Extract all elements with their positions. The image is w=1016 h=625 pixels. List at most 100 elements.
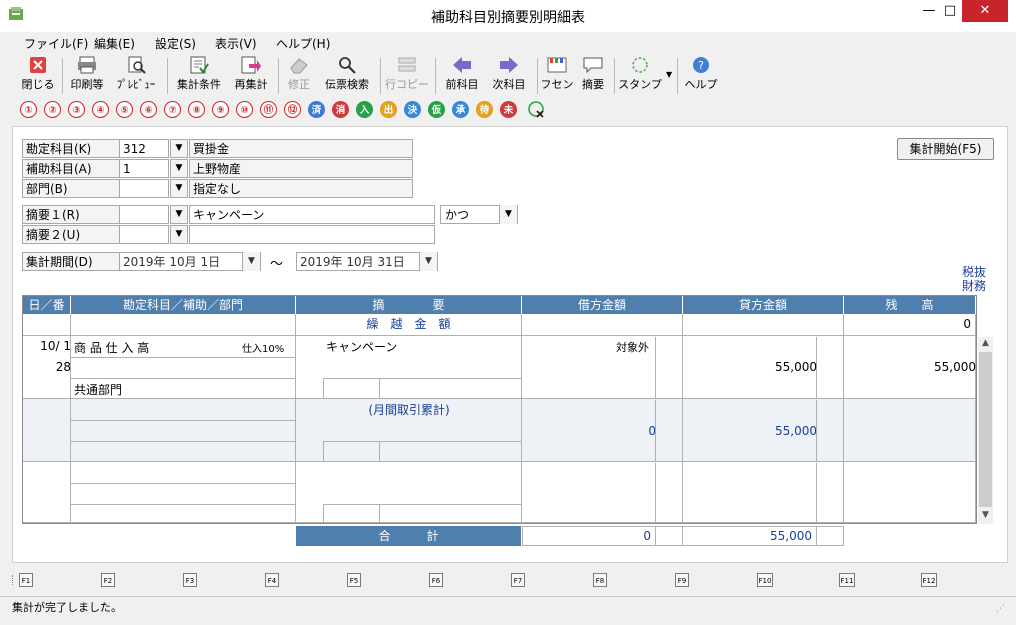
f4-key[interactable]: F4 [265,573,279,587]
tekiyo2-text-input[interactable] [189,225,435,244]
filter-in-button[interactable]: 入 [356,101,373,118]
stamp-button[interactable]: スタンプ [618,56,662,96]
next-account-button[interactable]: 次科目 [487,56,531,96]
tekiyo1-code-input[interactable] [119,205,169,224]
filter-6-button[interactable]: ⑥ [140,101,157,118]
dept-code-input[interactable] [119,179,169,198]
tekiyo1-text-input[interactable]: キャンペーン [189,205,435,224]
arrow-right-icon [500,57,518,73]
filter-decided-button[interactable]: 決 [404,101,421,118]
f2-key[interactable]: F2 [101,573,115,587]
account-dropdown-button[interactable]: ▼ [170,139,188,158]
f12-key[interactable]: F12 [921,573,937,587]
filter-waiting-button[interactable]: 待 [476,101,493,118]
filter-11-button[interactable]: ⑪ [260,101,277,118]
row1-debit-cell[interactable] [522,336,683,399]
empty-tekiyo-cell[interactable] [296,462,522,523]
filter-erased-button[interactable]: 消 [332,101,349,118]
sub-account-code-input[interactable]: 1 [119,159,169,178]
fkey-grip [12,575,16,585]
recalc-button[interactable]: 再集計 [230,56,272,96]
help-button[interactable]: ? ヘルプ [682,56,720,96]
slip-search-button[interactable]: 伝票検索 [320,56,374,96]
f6-key[interactable]: F6 [429,573,443,587]
filter-2-button[interactable]: ② [44,101,61,118]
f5-key[interactable]: F5 [347,573,361,587]
period-tilde: 〜 [270,257,284,272]
close-tool-button[interactable]: 閉じる [18,56,58,96]
menu-edit[interactable]: 編集(E) [94,35,135,52]
close-window-button[interactable]: ✕ [962,0,1008,22]
f8-key[interactable]: F8 [593,573,607,587]
print-button[interactable]: 印刷等 [66,56,108,96]
period-to-picker[interactable]: 2019年 10月 31日 ▼ [296,252,438,271]
arrow-left-icon [453,57,471,73]
tekiyo1-dropdown-button[interactable]: ▼ [170,205,188,224]
menu-settings[interactable]: 設定(S) [155,35,196,52]
conditions-icon [190,56,209,74]
filter-9-button[interactable]: ⑨ [212,101,229,118]
col-date-header: 日／番 [23,296,71,314]
filter-3-button[interactable]: ③ [68,101,85,118]
filter-4-button[interactable]: ④ [92,101,109,118]
empty-date-cell[interactable] [23,462,71,523]
empty-debit-cell[interactable] [522,462,683,523]
menu-view[interactable]: 表示(V) [215,35,257,52]
clear-filter-icon[interactable] [528,101,546,119]
filter-8-button[interactable]: ⑧ [188,101,205,118]
f7-key[interactable]: F7 [511,573,525,587]
match-mode-select[interactable]: かつ ▼ [440,205,518,224]
prev-account-button[interactable]: 前科目 [440,56,484,96]
empty-credit-cell[interactable] [683,462,844,523]
menu-file[interactable]: ファイル(F) [24,35,88,52]
scroll-down-icon[interactable]: ▼ [979,510,992,522]
filter-settled-button[interactable]: 済 [308,101,325,118]
col-credit-header: 貸方金額 [683,296,844,314]
row-divider [71,378,295,379]
row-copy-button[interactable]: 行コピー [384,56,430,96]
dept-dropdown-button[interactable]: ▼ [170,179,188,198]
f1-key[interactable]: F1 [19,573,33,587]
empty-account-cell[interactable] [71,462,296,523]
scrollbar-thumb[interactable] [979,352,992,507]
fusen-button[interactable]: フセン [540,56,574,96]
col-balance-header: 残 高 [844,296,976,314]
scroll-up-icon[interactable]: ▲ [979,338,992,350]
resize-grip-icon[interactable]: ⋰ [996,604,1005,614]
f3-key[interactable]: F3 [183,573,197,587]
filter-12-button[interactable]: ⑫ [284,101,301,118]
period-from-picker[interactable]: 2019年 10月 1日 ▼ [119,252,261,271]
account-code-input[interactable]: 312 [119,139,169,158]
edit-button[interactable]: 修正 [282,56,316,96]
eraser-icon [290,58,308,74]
row1-date: 10/ 1 [40,339,71,353]
filter-1-button[interactable]: ① [20,101,37,118]
filter-unsettled-button[interactable]: 未 [500,101,517,118]
filter-7-button[interactable]: ⑦ [164,101,181,118]
chevron-down-icon: ▼ [242,252,260,271]
period-label: 集計期間(D) [22,252,120,271]
conditions-button[interactable]: 集計条件 [172,56,226,96]
stamp-dropdown-arrow[interactable]: ▼ [666,70,672,79]
close-icon [30,57,46,73]
total-label: 合 計 [296,526,522,546]
f9-key[interactable]: F9 [675,573,689,587]
summary-button[interactable]: 摘要 [578,56,608,96]
preview-button[interactable]: ﾌﾟﾚﾋﾞｭｰ [112,56,160,96]
match-mode-value: かつ [445,208,470,222]
sub-account-dropdown-button[interactable]: ▼ [170,159,188,178]
tekiyo2-code-input[interactable] [119,225,169,244]
f11-key[interactable]: F11 [839,573,855,587]
filter-5-button[interactable]: ⑤ [116,101,133,118]
f10-key[interactable]: F10 [757,573,773,587]
menu-help[interactable]: ヘルプ(H) [276,35,330,52]
filter-10-button[interactable]: ⑩ [236,101,253,118]
empty-balance-cell[interactable] [844,462,976,523]
tekiyo2-dropdown-button[interactable]: ▼ [170,225,188,244]
row-divider [71,420,295,421]
start-aggregation-button[interactable]: 集計開始(F5) [897,138,994,160]
filter-temp-button[interactable]: 仮 [428,101,445,118]
stamp-icon [632,57,648,73]
filter-out-button[interactable]: 出 [380,101,397,118]
filter-approved-button[interactable]: 承 [452,101,469,118]
